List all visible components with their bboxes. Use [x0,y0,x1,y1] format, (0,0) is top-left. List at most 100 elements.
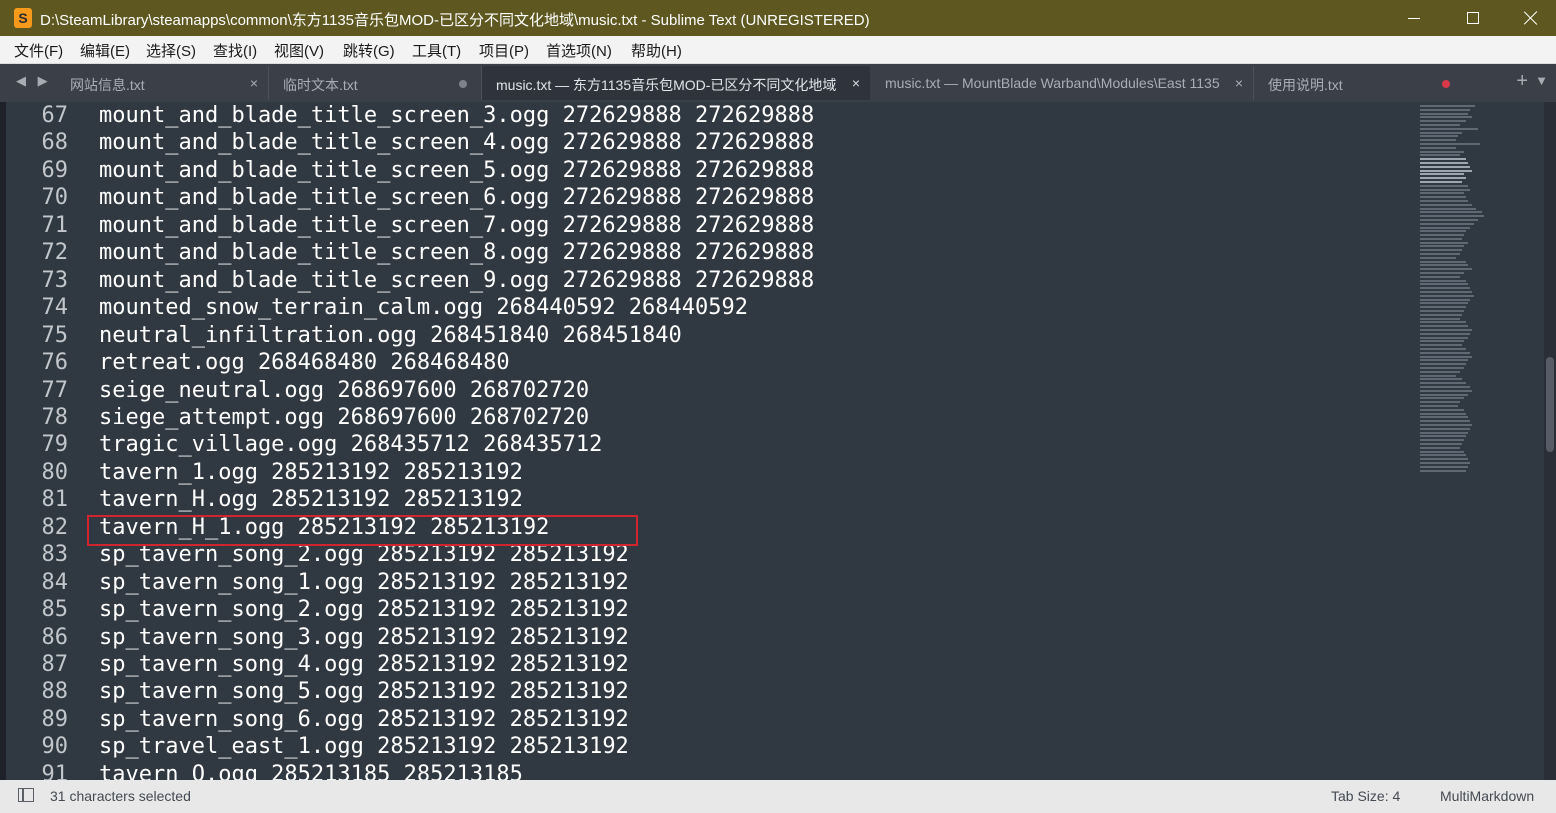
line-text[interactable]: sp_tavern_song_3.ogg 285213192 285213192 [99,625,629,650]
line-text[interactable]: tragic_village.ogg 268435712 268435712 [99,432,602,457]
minimap-line [1420,237,1462,240]
tab-list-dropdown-icon[interactable]: ▼ [1535,73,1548,88]
new-tab-icon[interactable]: + [1516,70,1528,93]
line-text[interactable]: sp_tavern_song_2.ogg 285213192 285213192 [99,597,629,622]
minimap-line [1420,393,1468,396]
line-number: 78 [41,404,69,430]
minimap-line [1420,340,1464,343]
tab-music-active[interactable]: music.txt — 东方1135音乐包MOD-已区分不同文化地域 × [482,66,870,100]
line-text[interactable]: mount_and_blade_title_screen_6.ogg 27262… [99,185,814,210]
line-text[interactable]: tavern_H.ogg 285213192 285213192 [99,487,523,512]
line-number: 85 [41,597,69,623]
menu-file[interactable]: 文件(F) [14,40,63,61]
minimap-line [1420,378,1462,381]
minimap-line [1420,435,1466,438]
tab-size-indicator[interactable]: Tab Size: 4 [1331,788,1400,804]
minimap-line [1420,146,1456,149]
minimap-line [1420,416,1468,419]
line-text[interactable]: mounted_snow_terrain_calm.ogg 268440592 … [99,295,748,320]
line-text[interactable]: sp_travel_east_1.ogg 285213192 285213192 [99,734,629,759]
line-text[interactable]: retreat.ogg 268468480 268468480 [99,350,510,375]
line-number: 87 [41,652,69,677]
line-number: 70 [41,185,69,211]
line-text[interactable]: mount_and_blade_title_screen_9.ogg 27262… [99,268,814,293]
minimap-line [1420,306,1466,309]
minimap-line [1420,135,1458,138]
line-text[interactable]: mount_and_blade_title_screen_5.ogg 27262… [99,158,814,183]
minimap-line [1420,431,1468,434]
minimap-line [1420,389,1472,392]
syntax-indicator[interactable]: MultiMarkdown [1440,788,1534,804]
minimap-line [1420,108,1470,111]
menu-selection[interactable]: 选择(S) [146,40,196,61]
tab-nav-arrows-icon[interactable]: ◀ ▶ [16,73,52,89]
minimap-line [1420,442,1462,445]
minimap-line [1420,203,1472,206]
menu-find[interactable]: 查找(I) [213,40,257,61]
unsaved-dot-icon[interactable] [459,80,467,88]
menu-goto[interactable]: 跳转(G) [343,40,395,61]
minimap-line [1420,180,1462,183]
tab-close-icon[interactable]: × [250,75,258,91]
close-window-button[interactable] [1502,0,1556,36]
editor-pane[interactable]: 67 mount_and_blade_title_screen_3.ogg 272… [6,102,1544,780]
line-text[interactable]: mount_and_blade_title_screen_8.ogg 27262… [99,240,814,265]
tab-website-info[interactable]: 网站信息.txt × [56,66,269,100]
line-text[interactable]: tavern_O.ogg 285213185 285213185 [99,762,523,780]
panel-toggle-icon[interactable] [18,788,34,802]
line-number: 71 [41,212,69,238]
minimap-line [1420,469,1466,472]
unsaved-dot-icon[interactable] [1442,80,1450,88]
menu-help[interactable]: 帮助(H) [631,40,682,61]
minimap-line [1420,294,1474,297]
line-text[interactable]: siege_attempt.ogg 268697600 268702720 [99,405,589,430]
menu-project[interactable]: 项目(P) [479,40,529,61]
tab-label: music.txt — 东方1135音乐包MOD-已区分不同文化地域 [496,77,837,93]
minimap-line [1420,370,1460,373]
line-text[interactable]: sp_tavern_song_5.ogg 285213192 285213192 [99,679,629,704]
minimap-line [1420,215,1484,218]
minimap-line [1420,359,1468,362]
maximize-button[interactable] [1444,0,1502,36]
line-number: 74 [41,295,69,321]
line-text[interactable]: mount_and_blade_title_screen_3.ogg 27262… [99,103,814,128]
minimap-line [1420,382,1466,385]
menu-preferences[interactable]: 首选项(N) [546,40,612,61]
minimap-line [1420,260,1466,263]
line-text[interactable]: neutral_infiltration.ogg 268451840 26845… [99,323,682,348]
tab-music-warband[interactable]: music.txt — MountBlade Warband\Modules\E… [871,66,1254,100]
line-text[interactable]: mount_and_blade_title_screen_4.ogg 27262… [99,130,814,155]
tab-close-icon[interactable]: × [1235,75,1243,91]
line-text[interactable]: sp_tavern_song_6.ogg 285213192 285213192 [99,707,629,732]
maximize-icon [1467,12,1479,24]
tab-temp-text[interactable]: 临时文本.txt [269,66,482,100]
minimap-line [1420,222,1474,225]
vertical-scrollbar[interactable] [1544,102,1556,780]
minimap-line [1420,439,1464,442]
line-text[interactable]: tavern_1.ogg 285213192 285213192 [99,460,523,485]
scrollbar-thumb[interactable] [1546,357,1554,452]
minimap-line [1420,408,1464,411]
tab-label: 网站信息.txt [70,77,145,93]
line-text[interactable]: sp_tavern_song_4.ogg 285213192 285213192 [99,652,629,677]
minimap-line [1420,275,1460,278]
minimap-line [1420,245,1464,248]
line-number: 67 [41,103,69,128]
minimap-line [1420,123,1460,126]
menu-view[interactable]: 视图(V) [274,40,324,61]
tab-close-icon[interactable]: × [852,75,860,91]
tab-usage-guide[interactable]: 使用说明.txt [1254,66,1554,100]
line-text[interactable]: mount_and_blade_title_screen_7.ogg 27262… [99,213,814,238]
minimap-line [1420,139,1456,142]
minimap-line [1420,317,1460,320]
menu-tools[interactable]: 工具(T) [412,40,461,61]
minimap-line [1420,385,1470,388]
minimap-line [1420,199,1468,202]
minimize-button[interactable] [1385,0,1443,36]
close-icon [1524,11,1538,25]
line-text[interactable]: seige_neutral.ogg 268697600 268702720 [99,378,589,403]
tab-label: 使用说明.txt [1268,77,1343,93]
menu-edit[interactable]: 编辑(E) [80,40,130,61]
line-text[interactable]: sp_tavern_song_1.ogg 285213192 285213192 [99,570,629,595]
minimap[interactable] [1420,105,1490,490]
